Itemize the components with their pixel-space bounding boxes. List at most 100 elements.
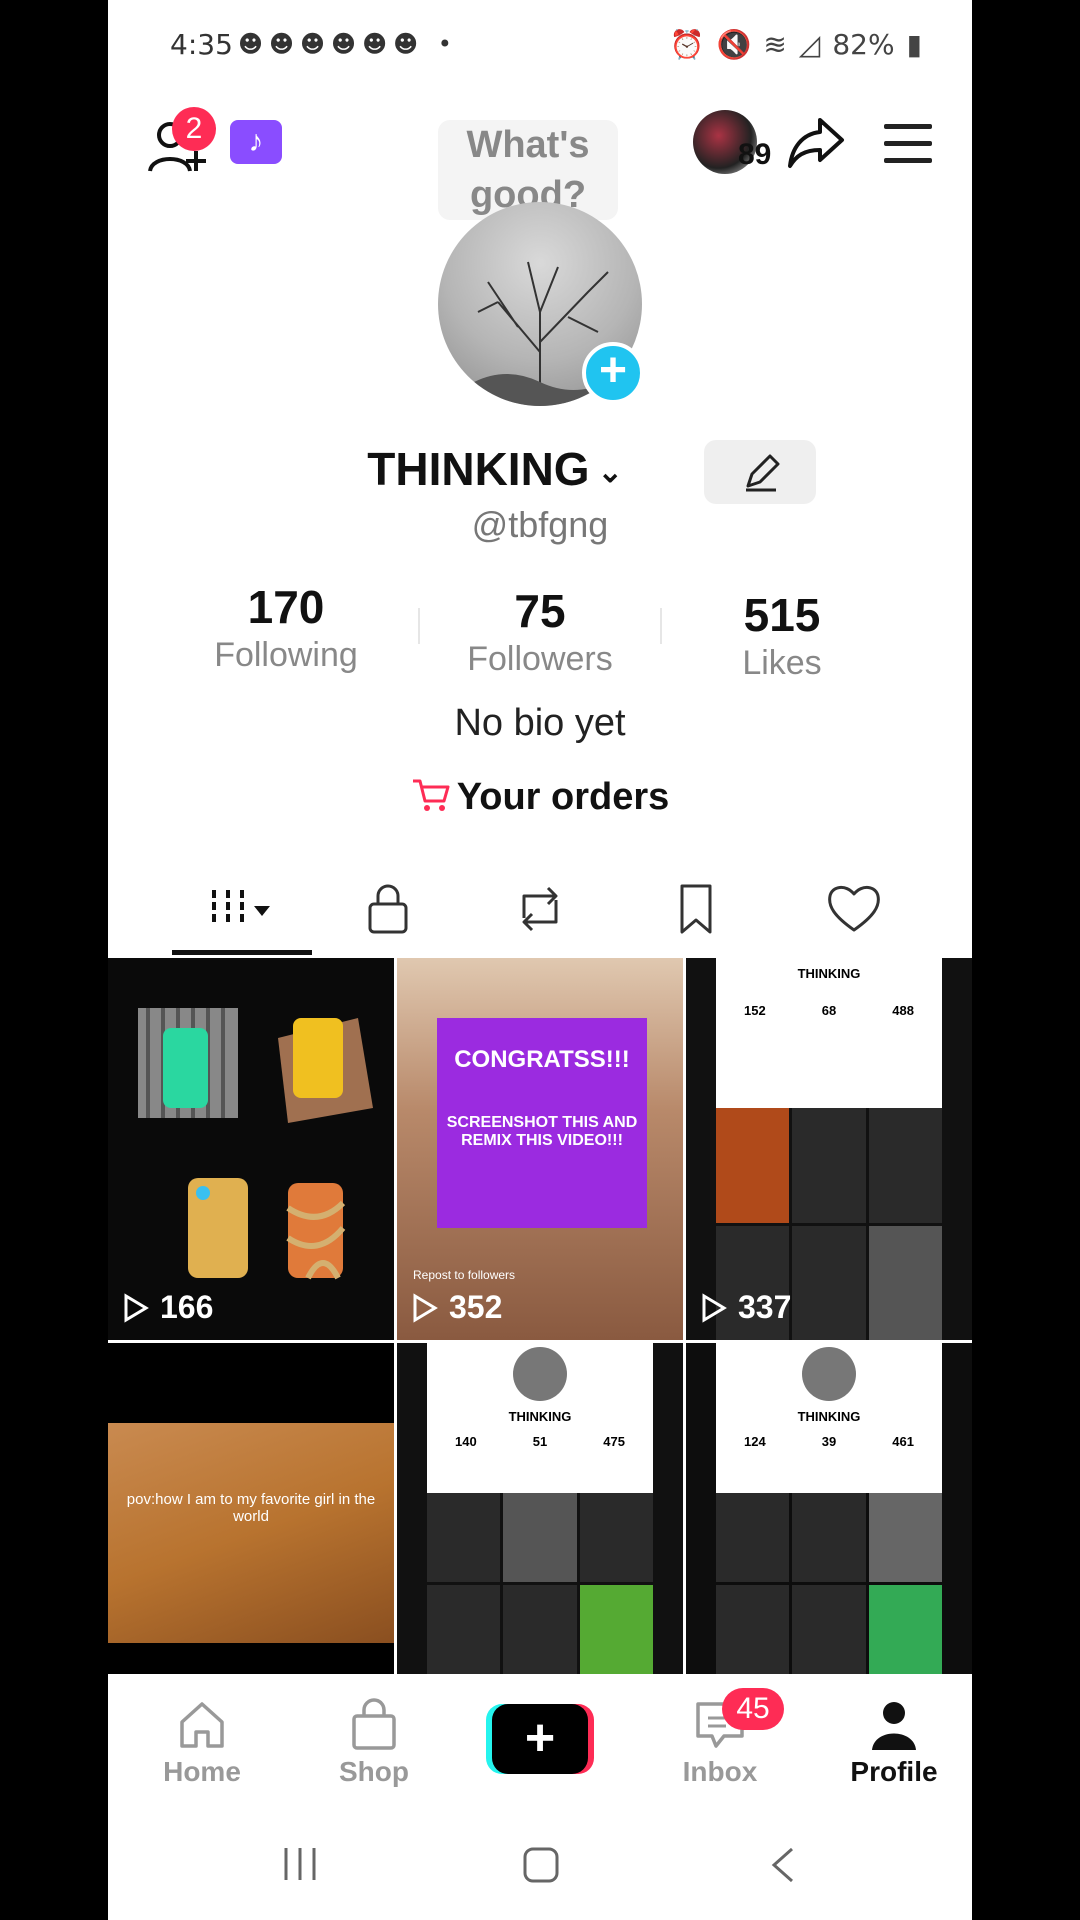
notification-icons: ☻☻☻☻☻☻ • bbox=[238, 30, 458, 58]
mini-avatar bbox=[513, 1347, 567, 1401]
view-count-value: 337 bbox=[738, 1289, 792, 1325]
your-orders-label: Your orders bbox=[456, 776, 670, 818]
edit-profile-button[interactable] bbox=[704, 440, 816, 504]
cart-icon bbox=[412, 779, 450, 811]
profile-icon bbox=[872, 1702, 916, 1750]
mini-grid bbox=[427, 1493, 653, 1674]
music-note-icon: ♪ bbox=[248, 125, 264, 158]
tab-favorites[interactable] bbox=[666, 878, 726, 938]
nav-label: Inbox bbox=[682, 1756, 758, 1787]
tab-videos[interactable] bbox=[204, 878, 284, 938]
mini-profile-screenshot: THINKING 152 68 488 bbox=[716, 958, 942, 1108]
play-icon bbox=[124, 1292, 149, 1323]
phone-frame: 4:35 ☻☻☻☻☻☻ • ⏰ 🔇 ≋ ◿ 82% ▮ 2 ♪ What's g… bbox=[108, 0, 972, 1920]
battery-icon: ▮ bbox=[906, 28, 922, 61]
system-nav-bar bbox=[108, 1804, 972, 1920]
tab-liked[interactable] bbox=[824, 878, 884, 938]
display-name-row[interactable]: THINKING ⌄ bbox=[108, 442, 972, 496]
screen: 4:35 ☻☻☻☻☻☻ • ⏰ 🔇 ≋ ◿ 82% ▮ 2 ♪ What's g… bbox=[0, 0, 1080, 1920]
nav-inbox[interactable]: Inbox 45 bbox=[660, 1688, 784, 1788]
stat-followers[interactable]: 75 Followers bbox=[420, 584, 660, 679]
share-icon bbox=[788, 118, 844, 168]
videos-grid-icon bbox=[212, 890, 270, 926]
mini-profile-screenshot: THINKING 124 39 461 bbox=[716, 1343, 942, 1493]
video-grid: 166 CONGRATSS!!! SCREENSHOT THIS AND REM… bbox=[108, 958, 972, 1674]
create-button[interactable]: + bbox=[486, 1704, 594, 1774]
mini-stat: 475 bbox=[603, 1434, 625, 1449]
nav-label: Profile bbox=[850, 1756, 938, 1787]
divider bbox=[418, 608, 420, 644]
play-icon bbox=[413, 1292, 438, 1323]
nav-shop[interactable]: Shop bbox=[314, 1696, 434, 1788]
video-thumbnail[interactable]: pov:how I am to my favorite girl in the … bbox=[108, 1343, 394, 1674]
home-button-icon[interactable] bbox=[522, 1846, 560, 1884]
mini-stat: 39 bbox=[821, 1434, 837, 1449]
mini-stat: 51 bbox=[532, 1434, 548, 1449]
add-avatar-button[interactable]: + bbox=[582, 342, 644, 404]
heart-icon bbox=[828, 886, 880, 932]
tab-reposts[interactable] bbox=[510, 878, 570, 938]
bottom-nav: Home Shop + Inbox 45 Profile bbox=[108, 1674, 972, 1804]
mini-stat: 152 bbox=[744, 1003, 766, 1018]
battery-level: 82% bbox=[832, 28, 895, 61]
bio[interactable]: No bio yet bbox=[108, 702, 972, 745]
content-tabs bbox=[108, 870, 972, 960]
video-thumbnail[interactable]: THINKING 152 68 488 337 bbox=[686, 958, 972, 1340]
view-count: 352 bbox=[411, 1289, 502, 1326]
nav-label: Home bbox=[163, 1756, 241, 1787]
pencil-icon bbox=[746, 454, 780, 492]
add-friend-button[interactable]: 2 bbox=[146, 107, 216, 179]
mini-stats: 124 39 461 bbox=[716, 1434, 942, 1449]
video-thumbnail[interactable]: CONGRATSS!!! SCREENSHOT THIS AND REMIX T… bbox=[397, 958, 683, 1340]
divider bbox=[660, 608, 662, 644]
stat-likes[interactable]: 515 Likes bbox=[662, 588, 902, 683]
friend-request-badge: 2 bbox=[172, 107, 216, 151]
video-thumbnail[interactable]: THINKING 140 51 475 bbox=[397, 1343, 683, 1674]
mini-stat: 124 bbox=[744, 1434, 766, 1449]
nav-profile[interactable]: Profile bbox=[834, 1696, 954, 1788]
lock-icon bbox=[368, 884, 408, 934]
mini-stat: 488 bbox=[892, 1003, 914, 1018]
mini-profile-screenshot: THINKING 140 51 475 bbox=[427, 1343, 653, 1493]
nav-label: Shop bbox=[339, 1756, 409, 1787]
mini-stat: 461 bbox=[892, 1434, 914, 1449]
stat-value: 75 bbox=[514, 585, 566, 637]
signal-icon: ◿ bbox=[798, 28, 821, 61]
wifi-icon: ≋ bbox=[763, 28, 787, 61]
alarm-icon: ⏰ bbox=[669, 28, 705, 61]
view-count-value: 166 bbox=[160, 1289, 214, 1325]
video-thumbnail[interactable]: 166 bbox=[108, 958, 394, 1340]
nav-home[interactable]: Home bbox=[142, 1696, 262, 1788]
video-thumbnail[interactable]: THINKING 124 39 461 bbox=[686, 1343, 972, 1674]
overlay-title: CONGRATSS!!! bbox=[454, 1046, 630, 1073]
tab-private[interactable] bbox=[358, 878, 418, 938]
mini-stats: 152 68 488 bbox=[716, 1003, 942, 1018]
stat-label: Likes bbox=[742, 644, 822, 682]
view-count: 166 bbox=[122, 1289, 213, 1326]
inbox-badge: 45 bbox=[722, 1688, 784, 1730]
mini-name: THINKING bbox=[508, 1409, 572, 1424]
bookmark-icon bbox=[680, 884, 712, 934]
your-orders-link[interactable]: Your orders bbox=[108, 776, 972, 819]
share-button[interactable] bbox=[786, 112, 846, 172]
overlay-text: SCREENSHOT THIS AND REMIX THIS VIDEO!!! bbox=[446, 1114, 638, 1149]
display-name: THINKING bbox=[367, 443, 590, 495]
profile-stats: 170 Following 75 Followers 515 Likes bbox=[108, 580, 972, 682]
back-icon[interactable] bbox=[768, 1846, 798, 1884]
phone-cases-image bbox=[138, 1008, 373, 1280]
mini-stats: 140 51 475 bbox=[427, 1434, 653, 1449]
mini-grid bbox=[716, 1493, 942, 1674]
repost-text: Repost to followers bbox=[413, 1268, 516, 1282]
play-icon bbox=[702, 1292, 727, 1323]
tiktok-now-button[interactable]: ♪ bbox=[230, 120, 282, 164]
stat-value: 515 bbox=[743, 589, 821, 641]
username: @tbfgng bbox=[471, 504, 609, 545]
menu-button[interactable] bbox=[884, 124, 932, 164]
mini-stat: 140 bbox=[455, 1434, 477, 1449]
stat-following[interactable]: 170 Following bbox=[166, 580, 406, 675]
mini-avatar bbox=[802, 1347, 856, 1401]
home-icon bbox=[180, 1702, 224, 1748]
recent-apps-icon[interactable] bbox=[280, 1846, 320, 1882]
status-right: ⏰ 🔇 ≋ ◿ 82% ▮ bbox=[670, 28, 922, 61]
mini-name: THINKING bbox=[797, 1409, 861, 1424]
